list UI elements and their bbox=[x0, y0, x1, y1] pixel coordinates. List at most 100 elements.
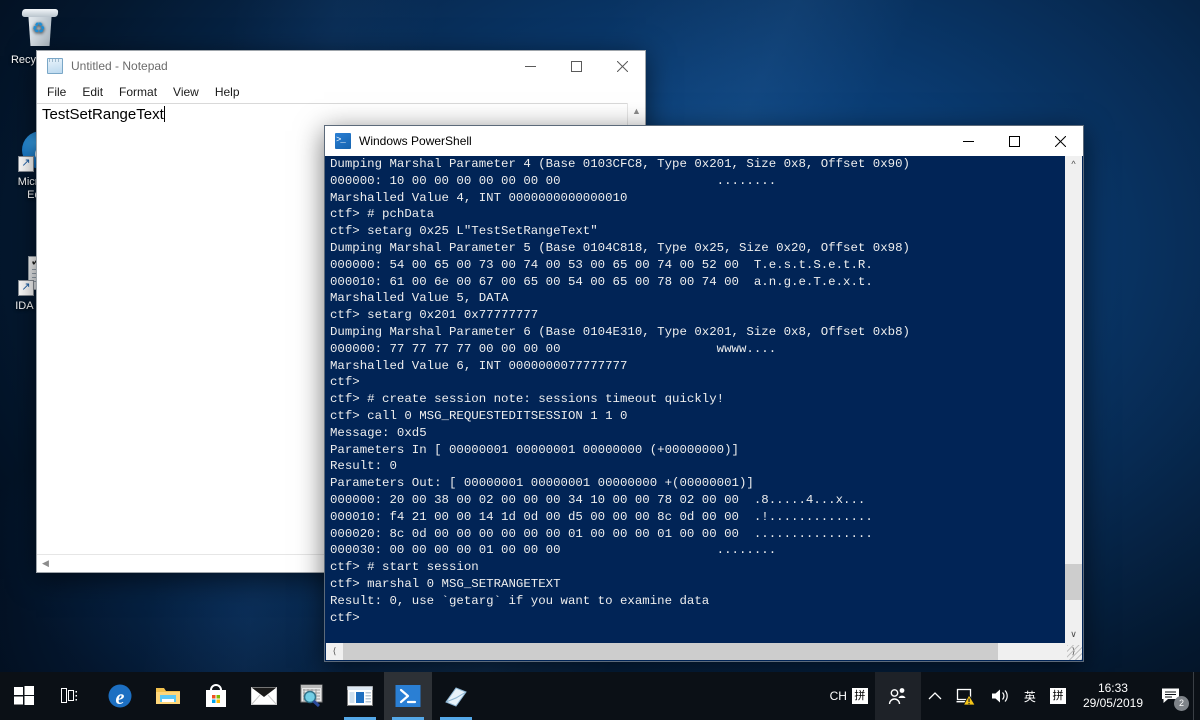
console-line: 000030: 00 00 00 00 01 00 00 00 ........ bbox=[326, 542, 1065, 559]
console-line: 000000: 77 77 77 77 00 00 00 00 wwww.... bbox=[326, 341, 1065, 358]
console-line: ctf> bbox=[326, 610, 1065, 627]
recycle-bin-icon: ♻ bbox=[17, 6, 63, 52]
start-button[interactable] bbox=[0, 672, 48, 720]
minimize-button[interactable] bbox=[945, 126, 991, 156]
spy-tool-icon bbox=[299, 684, 325, 708]
powershell-icon bbox=[335, 133, 351, 149]
taskbar-app-window-inspector[interactable] bbox=[336, 672, 384, 720]
menu-help[interactable]: Help bbox=[215, 85, 240, 99]
close-button[interactable] bbox=[1037, 126, 1083, 156]
network-button[interactable] bbox=[949, 672, 983, 720]
taskbar-app-windows-powershell[interactable] bbox=[384, 672, 432, 720]
minimize-button[interactable] bbox=[507, 51, 553, 81]
menu-edit[interactable]: Edit bbox=[82, 85, 103, 99]
language-indicator[interactable]: 英 bbox=[1017, 672, 1043, 720]
console-line: 000010: f4 21 00 00 14 1d 0d 00 d5 00 00… bbox=[326, 509, 1065, 526]
taskbar-app-microsoft-edge[interactable]: e bbox=[96, 672, 144, 720]
ime-mode-label: CH bbox=[830, 689, 847, 703]
mail-icon bbox=[251, 687, 277, 705]
menu-format[interactable]: Format bbox=[119, 85, 157, 99]
people-icon bbox=[887, 687, 909, 705]
maximize-button[interactable] bbox=[553, 51, 599, 81]
taskbar-app-mail[interactable] bbox=[240, 672, 288, 720]
microsoft-store-icon bbox=[204, 684, 228, 708]
console-line: Dumping Marshal Parameter 5 (Base 0104C8… bbox=[326, 240, 1065, 257]
taskbar-app-spy-tool[interactable] bbox=[288, 672, 336, 720]
chevron-up-icon bbox=[928, 691, 942, 701]
taskbar-app-microsoft-store[interactable] bbox=[192, 672, 240, 720]
powershell-console-output[interactable]: Dumping Marshal Parameter 4 (Base 0103CF… bbox=[326, 156, 1065, 643]
maximize-button[interactable] bbox=[991, 126, 1037, 156]
console-line: ctf> marshal 0 MSG_SETRANGETEXT bbox=[326, 576, 1065, 593]
svg-text:e: e bbox=[116, 687, 125, 709]
notepad-titlebar[interactable]: Untitled - Notepad bbox=[37, 51, 645, 81]
windows-start-icon bbox=[14, 686, 34, 706]
file-explorer-icon bbox=[155, 685, 181, 707]
scroll-left-icon[interactable]: ⟨ bbox=[326, 646, 343, 657]
shortcut-arrow-icon: ↗ bbox=[18, 156, 34, 172]
notepad-icon bbox=[443, 684, 469, 708]
menu-file[interactable]: File bbox=[47, 85, 66, 99]
notepad-caption-buttons bbox=[507, 51, 645, 81]
notification-badge: 2 bbox=[1174, 696, 1189, 711]
notepad-title: Untitled - Notepad bbox=[71, 59, 507, 73]
console-line: Marshalled Value 5, DATA bbox=[326, 290, 1065, 307]
powershell-window[interactable]: Windows PowerShell Dumping Marshal Param… bbox=[324, 125, 1084, 662]
desktop: ♻ Recycle Bin e ↗ Microsoft Edge ✓ ↗ IDA… bbox=[0, 0, 1200, 720]
system-tray[interactable]: CH 拼 bbox=[823, 672, 1200, 720]
console-line: 000010: 61 00 6e 00 67 00 65 00 54 00 65… bbox=[326, 274, 1065, 291]
console-line: Dumping Marshal Parameter 4 (Base 0103CF… bbox=[326, 156, 1065, 173]
taskbar-app-notepad[interactable] bbox=[432, 672, 480, 720]
text-caret bbox=[164, 106, 165, 122]
console-line: Message: 0xd5 bbox=[326, 425, 1065, 442]
show-desktop-button[interactable] bbox=[1193, 672, 1200, 720]
scroll-down-icon[interactable]: ∨ bbox=[1065, 626, 1082, 643]
scrollbar-thumb[interactable] bbox=[1065, 564, 1082, 600]
scroll-up-icon[interactable]: ^ bbox=[1065, 156, 1082, 173]
task-view-icon bbox=[61, 687, 83, 705]
speaker-icon bbox=[990, 688, 1010, 704]
console-line: 000000: 54 00 65 00 73 00 74 00 53 00 65… bbox=[326, 257, 1065, 274]
notepad-text: TestSetRangeText bbox=[42, 106, 164, 123]
taskbar[interactable]: e bbox=[0, 672, 1200, 720]
console-line: ctf> bbox=[326, 374, 1065, 391]
clock-date: 29/05/2019 bbox=[1083, 696, 1143, 711]
powershell-vertical-scrollbar[interactable]: ^ ∨ bbox=[1065, 156, 1082, 643]
notepad-menubar[interactable]: File Edit Format View Help bbox=[37, 81, 645, 103]
show-hidden-icons-button[interactable] bbox=[921, 672, 949, 720]
close-button[interactable] bbox=[599, 51, 645, 81]
menu-view[interactable]: View bbox=[173, 85, 199, 99]
resize-grip[interactable] bbox=[1067, 645, 1082, 660]
scroll-up-icon[interactable]: ▲ bbox=[628, 103, 645, 116]
powershell-titlebar[interactable]: Windows PowerShell bbox=[325, 126, 1083, 156]
console-line: Result: 0 bbox=[326, 458, 1065, 475]
console-line: ctf> # pchData bbox=[326, 206, 1065, 223]
console-line: Marshalled Value 4, INT 0000000000000010 bbox=[326, 190, 1065, 207]
console-line: ctf> # create session note: sessions tim… bbox=[326, 391, 1065, 408]
taskbar-empty-space bbox=[480, 672, 823, 720]
console-line: 000020: 8c 0d 00 00 00 00 00 00 01 00 00… bbox=[326, 526, 1065, 543]
shortcut-arrow-icon: ↗ bbox=[18, 280, 34, 296]
notification-center-button[interactable]: 2 bbox=[1153, 672, 1193, 720]
task-view-button[interactable] bbox=[48, 672, 96, 720]
clock[interactable]: 16:33 29/05/2019 bbox=[1073, 672, 1153, 720]
ime-pinyin-button[interactable]: 拼 bbox=[1043, 672, 1073, 720]
scrollbar-thumb[interactable] bbox=[343, 643, 998, 660]
people-button[interactable] bbox=[875, 672, 921, 720]
powershell-horizontal-scrollbar[interactable]: ⟨ ⟩ bbox=[326, 643, 1082, 660]
scroll-left-icon[interactable]: ◀ bbox=[37, 558, 54, 569]
taskbar-app-file-explorer[interactable] bbox=[144, 672, 192, 720]
console-line: ctf> call 0 MSG_REQUESTEDITSESSION 1 1 0 bbox=[326, 408, 1065, 425]
powershell-icon bbox=[395, 684, 421, 708]
console-line: Parameters In [ 00000001 00000001 000000… bbox=[326, 442, 1065, 459]
console-line: ctf> # start session bbox=[326, 559, 1065, 576]
volume-button[interactable] bbox=[983, 672, 1017, 720]
powershell-caption-buttons bbox=[945, 126, 1083, 156]
notepad-icon bbox=[47, 58, 63, 74]
console-line: Parameters Out: [ 00000001 00000001 0000… bbox=[326, 475, 1065, 492]
console-line: 000000: 10 00 00 00 00 00 00 00 ........ bbox=[326, 173, 1065, 190]
microsoft-edge-icon: e bbox=[107, 683, 133, 709]
ime-indicator[interactable]: CH 拼 bbox=[823, 672, 875, 720]
powershell-title: Windows PowerShell bbox=[359, 134, 945, 148]
console-line: Marshalled Value 6, INT 0000000077777777 bbox=[326, 358, 1065, 375]
